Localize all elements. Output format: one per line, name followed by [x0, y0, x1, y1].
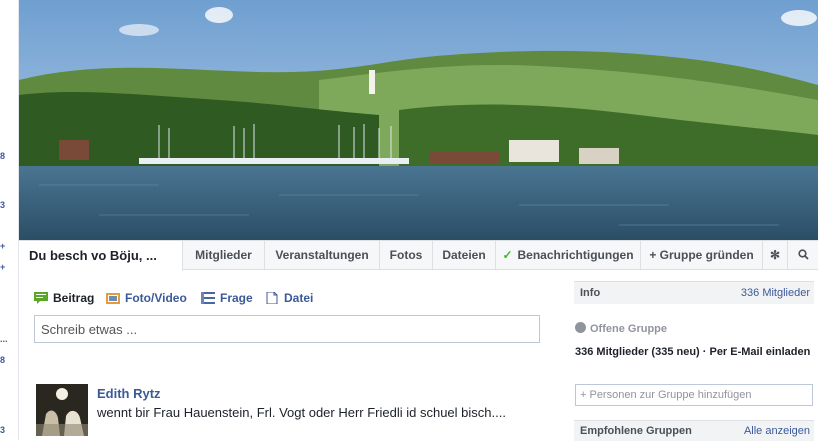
gear-icon: ✻: [769, 248, 781, 262]
composer-file-label: Datei: [284, 291, 314, 305]
search-icon: [797, 249, 809, 260]
notifications-button[interactable]: ✓ Benachrichtigungen: [496, 241, 641, 270]
sidebar-badge[interactable]: 8: [0, 151, 5, 161]
checkmark-icon: ✓: [502, 248, 513, 262]
composer-file-tab[interactable]: Datei: [265, 290, 313, 306]
post-icon: [34, 292, 48, 304]
privacy-label: Offene Gruppe: [590, 323, 668, 335]
add-people-input[interactable]: [575, 384, 813, 406]
avatar-image: [36, 384, 88, 436]
composer-post-label: Beitrag: [53, 291, 95, 305]
sidebar-badge[interactable]: +: [0, 241, 5, 251]
tab-members[interactable]: Mitglieder: [183, 241, 265, 270]
search-button[interactable]: [788, 241, 818, 270]
group-privacy: Offene Gruppe: [575, 322, 667, 335]
post-author[interactable]: Edith Rytz: [97, 386, 161, 401]
composer-photo-video-tab[interactable]: Foto/Video: [106, 290, 187, 306]
notifications-label: Benachrichtigungen: [517, 248, 634, 262]
sidebar-badge[interactable]: 8: [0, 355, 5, 365]
sidebar-badge[interactable]: 3: [0, 425, 5, 435]
cover-photo[interactable]: [19, 0, 818, 240]
sidebar-badge[interactable]: 3: [0, 200, 5, 210]
right-edge: [818, 0, 833, 440]
cover-photo-image: [19, 0, 818, 240]
globe-icon: [575, 322, 586, 333]
members-detail: 336 Mitglieder (335 neu) · Per E-Mail ei…: [575, 346, 811, 358]
sidebar-badge[interactable]: ...: [0, 334, 8, 344]
left-sidebar: 8 3 + + ... 8 3: [0, 0, 19, 440]
sidebar-badge[interactable]: +: [0, 262, 5, 272]
info-header: Info 336 Mitglieder: [574, 281, 814, 304]
avatar[interactable]: [36, 384, 88, 436]
info-title: Info: [580, 287, 601, 299]
member-count-link[interactable]: 336 Mitglieder: [741, 287, 810, 299]
group-name-tab[interactable]: Du besch vo Böju, ...: [19, 241, 183, 271]
photo-icon: [106, 293, 120, 304]
recommended-title: Empfohlene Gruppen: [580, 425, 692, 437]
group-tab-bar: Du besch vo Böju, ... Mitglieder Veranst…: [19, 240, 818, 271]
question-icon: [201, 292, 215, 304]
composer-question-label: Frage: [220, 291, 253, 305]
tab-events[interactable]: Veranstaltungen: [265, 241, 380, 270]
recommended-groups-header: Empfohlene Gruppen Alle anzeigen: [574, 420, 814, 441]
see-all-link[interactable]: Alle anzeigen: [744, 425, 810, 437]
composer-input[interactable]: [34, 315, 540, 343]
settings-button[interactable]: ✻: [763, 241, 788, 270]
composer-post-tab[interactable]: Beitrag: [34, 290, 94, 306]
tab-photos[interactable]: Fotos: [380, 241, 433, 270]
create-group-button[interactable]: + Gruppe gründen: [641, 241, 763, 270]
file-icon: [266, 292, 278, 304]
composer-photo-video-label: Foto/Video: [125, 291, 187, 305]
post-text: wennt bir Frau Hauenstein, Frl. Vogt ode…: [97, 405, 506, 420]
composer-question-tab[interactable]: Frage: [201, 290, 253, 306]
tab-files[interactable]: Dateien: [433, 241, 496, 270]
